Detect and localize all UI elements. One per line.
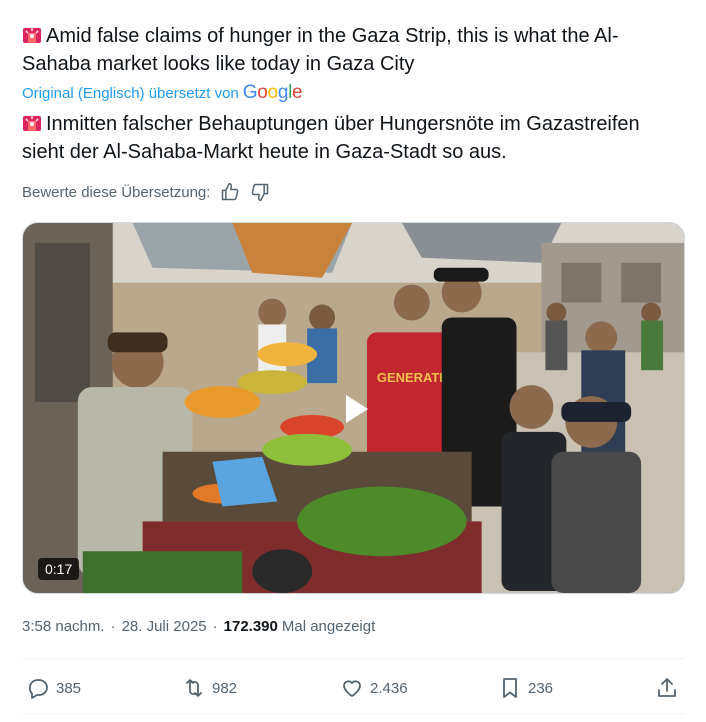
play-icon[interactable] (334, 389, 374, 429)
like-count: 2.436 (370, 679, 408, 697)
tweet-meta: 3:58 nachm. · 28. Juli 2025 · 172.390 Ma… (22, 618, 375, 635)
rate-translation-label: Bewerte diese Übersetzung: (22, 183, 211, 201)
retweet-icon (186, 679, 202, 697)
siren-emoji-icon (23, 28, 41, 43)
action-bar: 385 982 2.436 236 (22, 672, 685, 704)
siren-emoji-icon (23, 116, 41, 131)
view-count: 172.390 (223, 618, 278, 635)
meta-separator: · (212, 618, 218, 635)
tweet-original-text: Amid false claims of hunger in the Gaza … (22, 25, 619, 75)
video-player[interactable]: GENERATION IRON 0:17 (22, 222, 685, 594)
rate-translation: Bewerte diese Übersetzung: (22, 182, 270, 202)
share-button[interactable] (655, 672, 685, 704)
translated-by-link[interactable]: Original (Englisch) übersetzt von Google (22, 82, 303, 104)
tweet-text: Amid false claims of hunger in the Gaza … (22, 22, 682, 78)
divider (22, 713, 685, 714)
meta-separator: · (110, 618, 116, 635)
like-button[interactable]: 2.436 (340, 672, 408, 704)
bookmark-button[interactable]: 236 (498, 672, 553, 704)
heart-icon (343, 680, 361, 697)
reply-button[interactable]: 385 (26, 672, 81, 704)
bookmark-count: 236 (528, 679, 554, 697)
share-icon (658, 678, 676, 697)
repost-count: 982 (212, 679, 238, 697)
google-logo: Google (242, 82, 303, 103)
repost-button[interactable]: 982 (182, 672, 237, 704)
divider (22, 658, 685, 659)
speech-bubble-icon (28, 679, 48, 699)
thumbs-up-icon[interactable] (220, 182, 240, 202)
view-count-label: Mal angezeigt (281, 618, 376, 635)
tweet-translation-text: Inmitten falscher Behauptungen über Hung… (22, 113, 640, 163)
tweet-translation: Inmitten falscher Behauptungen über Hung… (22, 110, 682, 166)
tweet-date[interactable]: 28. Juli 2025 (122, 618, 207, 635)
thumbs-down-icon[interactable] (250, 182, 270, 202)
reply-count: 385 (56, 679, 82, 697)
bookmark-icon (503, 678, 517, 698)
video-duration: 0:17 (38, 558, 80, 580)
tweet-time[interactable]: 3:58 nachm. (22, 618, 105, 635)
translated-by-label: Original (Englisch) übersetzt von (22, 84, 239, 102)
